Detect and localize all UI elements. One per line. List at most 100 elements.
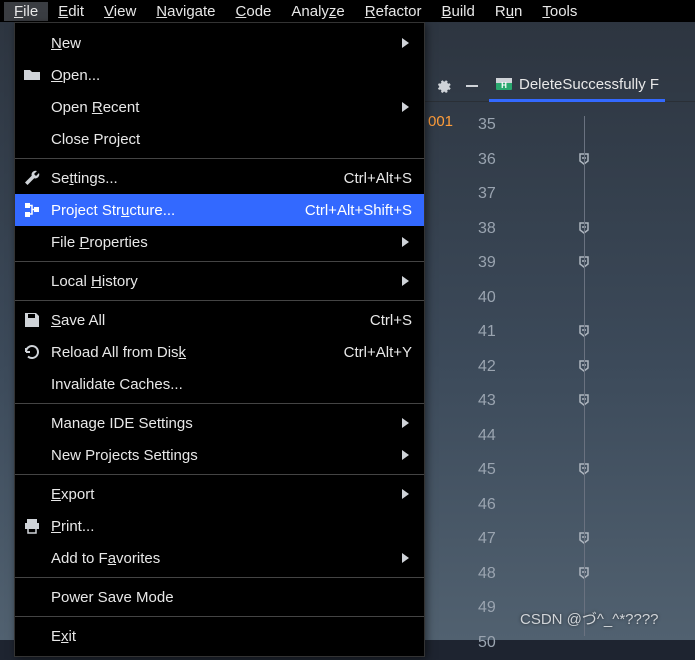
menu-item-label: Project Structure... (51, 202, 285, 219)
fold-marker-icon[interactable] (578, 463, 592, 477)
blank-icon (21, 270, 43, 292)
gear-icon[interactable] (435, 78, 451, 94)
editor-gutter: 35363738394041424344454647484950 (478, 108, 678, 660)
gutter-row: 47 (478, 522, 678, 557)
menu-separator (15, 403, 424, 404)
line-number: 49 (478, 599, 514, 617)
menubar: FileEditViewNavigateCodeAnalyzeRefactorB… (0, 0, 695, 22)
menu-item-print[interactable]: Print... (15, 510, 424, 542)
editor-tab[interactable]: H DeleteSuccessfully F (489, 70, 665, 102)
blank-icon (21, 96, 43, 118)
menu-item-new-projects-settings[interactable]: New Projects Settings (15, 439, 424, 471)
gutter-row: 38 (478, 212, 678, 247)
blank-icon (21, 547, 43, 569)
submenu-arrow-icon (402, 450, 412, 460)
menu-item-export[interactable]: Export (15, 478, 424, 510)
menu-item-label: Settings... (51, 170, 324, 187)
menubar-item-navigate[interactable]: Navigate (146, 2, 225, 21)
menu-item-label: Open... (51, 67, 412, 84)
menu-item-save-all[interactable]: Save AllCtrl+S (15, 304, 424, 336)
line-number: 44 (478, 427, 514, 445)
editor-tab-strip: H DeleteSuccessfully F (425, 70, 695, 102)
fold-marker-icon[interactable] (578, 532, 592, 546)
gutter-row: 35 (478, 108, 678, 143)
orange-number: 001 (428, 113, 453, 130)
menu-separator (15, 300, 424, 301)
line-number: 38 (478, 220, 514, 238)
line-number: 40 (478, 289, 514, 307)
gutter-row: 45 (478, 453, 678, 488)
gutter-row: 43 (478, 384, 678, 419)
blank-icon (21, 373, 43, 395)
reload-icon (21, 341, 43, 363)
gutter-row: 37 (478, 177, 678, 212)
header-file-icon: H (495, 75, 513, 93)
blank-icon (21, 32, 43, 54)
menu-item-project-structure[interactable]: Project Structure... Ctrl+Alt+Shift+S (15, 194, 424, 226)
line-number: 39 (478, 254, 514, 272)
menubar-item-edit[interactable]: Edit (48, 2, 94, 21)
svg-text:H: H (501, 81, 507, 90)
menu-item-label: Close Project (51, 131, 412, 148)
menubar-item-analyze[interactable]: Analyze (281, 2, 354, 21)
blank-icon (21, 586, 43, 608)
fold-marker-icon[interactable] (578, 325, 592, 339)
line-number: 43 (478, 392, 514, 410)
menu-separator (15, 261, 424, 262)
menu-item-reload-all-from-disk[interactable]: Reload All from DiskCtrl+Alt+Y (15, 336, 424, 368)
submenu-arrow-icon (402, 102, 412, 112)
submenu-arrow-icon (402, 553, 412, 563)
gutter-row: 48 (478, 557, 678, 592)
gutter-row: 39 (478, 246, 678, 281)
menu-item-invalidate-caches[interactable]: Invalidate Caches... (15, 368, 424, 400)
menu-item-close-project[interactable]: Close Project (15, 123, 424, 155)
menu-item-label: Exit (51, 628, 412, 645)
line-number: 46 (478, 496, 514, 514)
fold-marker-icon[interactable] (578, 256, 592, 270)
menubar-item-view[interactable]: View (94, 2, 146, 21)
fold-marker-icon[interactable] (578, 394, 592, 408)
menu-item-exit[interactable]: Exit (15, 620, 424, 652)
save-icon (21, 309, 43, 331)
menubar-item-tools[interactable]: Tools (532, 2, 587, 21)
fold-marker-icon[interactable] (578, 360, 592, 374)
minimize-icon[interactable] (465, 79, 479, 93)
line-number: 45 (478, 461, 514, 479)
menu-item-new[interactable]: New (15, 27, 424, 59)
menubar-item-code[interactable]: Code (226, 2, 282, 21)
menu-item-open[interactable]: Open... (15, 59, 424, 91)
menu-item-settings[interactable]: Settings...Ctrl+Alt+S (15, 162, 424, 194)
menu-item-manage-ide-settings[interactable]: Manage IDE Settings (15, 407, 424, 439)
line-number: 37 (478, 185, 514, 203)
menubar-item-refactor[interactable]: Refactor (355, 2, 432, 21)
menubar-item-file[interactable]: File (4, 2, 48, 21)
menu-item-label: Reload All from Disk (51, 344, 324, 361)
menu-item-label: Print... (51, 518, 412, 535)
menu-item-add-to-favorites[interactable]: Add to Favorites (15, 542, 424, 574)
menu-separator (15, 474, 424, 475)
blank-icon (21, 128, 43, 150)
menu-item-open-recent[interactable]: Open Recent (15, 91, 424, 123)
line-number: 47 (478, 530, 514, 548)
line-number: 50 (478, 634, 514, 652)
folder-icon (21, 64, 43, 86)
blank-icon (21, 412, 43, 434)
gutter-row: 46 (478, 488, 678, 523)
wrench-icon (21, 167, 43, 189)
menu-item-power-save-mode[interactable]: Power Save Mode (15, 581, 424, 613)
menu-item-shortcut: Ctrl+Alt+Shift+S (305, 202, 412, 219)
fold-guide-line (584, 116, 585, 636)
menu-item-local-history[interactable]: Local History (15, 265, 424, 297)
menu-item-label: Power Save Mode (51, 589, 412, 606)
blank-icon (21, 625, 43, 647)
menu-item-file-properties[interactable]: File Properties (15, 226, 424, 258)
menu-separator (15, 577, 424, 578)
menu-item-label: File Properties (51, 234, 394, 251)
fold-marker-icon[interactable] (578, 567, 592, 581)
fold-marker-icon[interactable] (578, 153, 592, 167)
menu-item-label: Open Recent (51, 99, 394, 116)
gutter-row: 40 (478, 281, 678, 316)
menubar-item-run[interactable]: Run (485, 2, 533, 21)
menubar-item-build[interactable]: Build (431, 2, 484, 21)
fold-marker-icon[interactable] (578, 222, 592, 236)
